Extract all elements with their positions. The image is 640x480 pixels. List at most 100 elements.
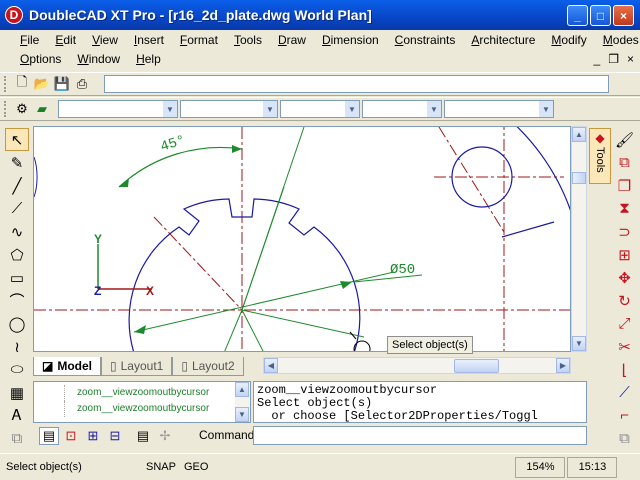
chevron-down-icon[interactable]: ▼ bbox=[163, 101, 177, 117]
rectangle-icon[interactable]: ▭ bbox=[5, 266, 29, 289]
break-icon[interactable]: ⌐ bbox=[613, 404, 637, 427]
arc-icon[interactable]: ⌒ bbox=[5, 289, 29, 312]
style-combo[interactable]: ▼ bbox=[444, 100, 554, 118]
tab-layout2[interactable]: ▯ Layout2 bbox=[172, 357, 244, 376]
trim-icon[interactable]: ✂ bbox=[613, 335, 637, 358]
horizontal-scroll-thumb[interactable] bbox=[454, 359, 499, 373]
command-option-icon[interactable]: ✢ bbox=[155, 427, 175, 445]
chevron-down-icon[interactable]: ▼ bbox=[263, 101, 277, 117]
sketch-pencil-icon[interactable]: ✎ bbox=[5, 151, 29, 174]
tools-side-tab[interactable]: ◆ Tools bbox=[589, 128, 611, 184]
vertical-scrollbar[interactable]: ▲ ▼ bbox=[571, 126, 587, 352]
copy-icon[interactable]: ⧉ bbox=[613, 151, 637, 174]
command-add-icon[interactable]: ⊞ bbox=[83, 427, 103, 445]
layer-combo[interactable]: ▼ bbox=[58, 100, 178, 118]
select-arrow-icon[interactable]: ↖ bbox=[5, 128, 29, 151]
list-item[interactable]: zoom__viewzoomoutbycursor bbox=[64, 385, 250, 401]
doublecad-logo-icon[interactable]: D bbox=[5, 6, 23, 24]
text-icon[interactable]: Ꭺ bbox=[5, 404, 29, 427]
layer-icon[interactable]: ▰ bbox=[32, 100, 52, 118]
mdi-close-button[interactable]: × bbox=[627, 52, 634, 66]
menu-insert[interactable]: Insert bbox=[126, 33, 172, 47]
extend-icon[interactable]: ⟋ bbox=[613, 381, 637, 404]
command-doc-icon[interactable]: ▤ bbox=[39, 427, 59, 445]
save-icon[interactable]: 💾 bbox=[52, 75, 72, 93]
command-input[interactable] bbox=[253, 426, 587, 445]
drawing-svg[interactable]: 45° Ø50 Y X Z bbox=[34, 127, 571, 352]
polyline-icon[interactable]: ⟋ bbox=[5, 197, 29, 220]
scroll-right-button[interactable]: ▶ bbox=[556, 358, 570, 373]
tab-layout1[interactable]: ▯ Layout1 bbox=[101, 357, 173, 376]
chevron-down-icon[interactable]: ▼ bbox=[427, 101, 441, 117]
tab-model[interactable]: ◪ Model bbox=[33, 357, 102, 376]
array-icon[interactable]: ⊞ bbox=[613, 243, 637, 266]
curve-icon[interactable]: ∿ bbox=[5, 220, 29, 243]
command-menu-icon[interactable]: ▤ bbox=[133, 427, 153, 445]
hatch-icon[interactable]: ▦ bbox=[5, 381, 29, 404]
command-list-scrollbar[interactable]: ▲ ▼ bbox=[235, 382, 250, 422]
menu-modify[interactable]: Modify bbox=[543, 33, 594, 47]
paint-brush-icon[interactable]: 🖌 bbox=[613, 128, 637, 151]
close-button[interactable]: × bbox=[613, 5, 634, 26]
ellipse-icon[interactable]: ⬭ bbox=[5, 358, 29, 381]
explode-icon[interactable]: ⧉ bbox=[613, 427, 637, 450]
toolbar-grip[interactable] bbox=[4, 76, 8, 92]
scroll-up-button[interactable]: ▲ bbox=[572, 127, 586, 142]
chamfer-icon[interactable]: ⌊ bbox=[613, 358, 637, 381]
command-input-icon[interactable]: ⊡ bbox=[61, 427, 81, 445]
minimize-button[interactable]: _ bbox=[567, 5, 588, 26]
line-icon[interactable]: ╱ bbox=[5, 174, 29, 197]
duplicate-icon[interactable]: ❐ bbox=[613, 174, 637, 197]
spline-icon[interactable]: ≀ bbox=[5, 335, 29, 358]
offset-icon[interactable]: ⊃ bbox=[613, 220, 637, 243]
polygon-icon[interactable]: ⬠ bbox=[5, 243, 29, 266]
chevron-down-icon[interactable]: ▼ bbox=[539, 101, 553, 117]
command-history-list[interactable]: zoom__viewzoomoutbycursor zoom__viewzoom… bbox=[33, 381, 251, 423]
print-icon[interactable]: ⎙ bbox=[72, 75, 92, 93]
menu-tools[interactable]: Tools bbox=[226, 33, 270, 47]
menu-window[interactable]: Window bbox=[69, 52, 128, 66]
lineweight-combo[interactable]: ▼ bbox=[362, 100, 442, 118]
menu-draw[interactable]: Draw bbox=[270, 33, 314, 47]
menu-dimension[interactable]: Dimension bbox=[314, 33, 387, 47]
menu-view[interactable]: View bbox=[84, 33, 126, 47]
open-folder-icon[interactable]: 📂 bbox=[32, 75, 52, 93]
linetype-combo[interactable]: ▼ bbox=[280, 100, 360, 118]
toolbar-combo-1[interactable] bbox=[104, 75, 609, 93]
settings-gear-icon[interactable]: ⚙ bbox=[12, 100, 32, 118]
circle-icon[interactable]: ◯ bbox=[5, 312, 29, 335]
block-icon[interactable]: ⧉ bbox=[5, 427, 29, 450]
list-item[interactable]: zoom__viewzoomoutbycursor bbox=[64, 401, 250, 417]
title-bar[interactable]: D DoubleCAD XT Pro - [r16_2d_plate.dwg W… bbox=[0, 0, 640, 30]
maximize-button[interactable]: □ bbox=[590, 5, 611, 26]
chevron-down-icon[interactable]: ▼ bbox=[345, 101, 359, 117]
move-icon[interactable]: ✥ bbox=[613, 266, 637, 289]
rotate-icon[interactable]: ↻ bbox=[613, 289, 637, 312]
menu-architecture[interactable]: Architecture bbox=[463, 33, 543, 47]
scroll-down-button[interactable]: ▼ bbox=[235, 407, 249, 422]
scroll-up-button[interactable]: ▲ bbox=[235, 382, 249, 397]
snap-toggle[interactable]: SNAP bbox=[143, 457, 179, 478]
toolbar-grip[interactable] bbox=[4, 101, 8, 117]
scroll-left-button[interactable]: ◀ bbox=[264, 358, 278, 373]
menu-options[interactable]: Options bbox=[12, 52, 69, 66]
mirror-icon[interactable]: ⧗ bbox=[613, 197, 637, 220]
menu-edit[interactable]: Edit bbox=[47, 33, 84, 47]
command-remove-icon[interactable]: ⊟ bbox=[105, 427, 125, 445]
tools-tab-icon: ◆ bbox=[595, 131, 605, 145]
vertical-scroll-thumb[interactable] bbox=[572, 172, 586, 184]
mdi-restore-button[interactable]: ❐ bbox=[608, 52, 619, 66]
scale-icon[interactable]: ⤢ bbox=[613, 312, 637, 335]
menu-constraints[interactable]: Constraints bbox=[387, 33, 464, 47]
scroll-down-button[interactable]: ▼ bbox=[572, 336, 586, 351]
menu-help[interactable]: Help bbox=[128, 52, 169, 66]
geo-toggle[interactable]: GEO bbox=[181, 457, 211, 478]
mdi-minimize-button[interactable]: _ bbox=[594, 52, 601, 66]
menu-file[interactable]: File bbox=[12, 33, 47, 47]
color-combo[interactable]: ▼ bbox=[180, 100, 278, 118]
horizontal-scrollbar[interactable]: ◀ ▶ bbox=[263, 357, 571, 374]
drawing-canvas[interactable]: 45° Ø50 Y X Z bbox=[33, 126, 571, 352]
menu-modes[interactable]: Modes bbox=[595, 33, 640, 47]
new-file-icon[interactable]: 🗋 bbox=[12, 74, 32, 93]
menu-format[interactable]: Format bbox=[172, 33, 226, 47]
